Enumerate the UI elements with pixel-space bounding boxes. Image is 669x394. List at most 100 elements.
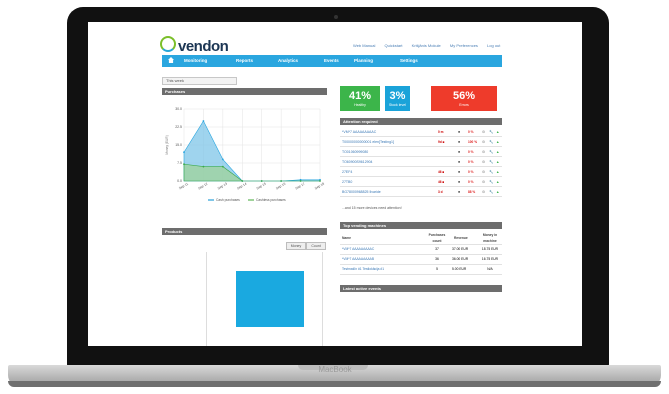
attention-badge: 0 m [438, 130, 444, 134]
machine-name[interactable]: *VM*7 AAAAAAAAAC [342, 245, 374, 254]
data-point [319, 180, 321, 182]
camera-icon [334, 15, 338, 19]
attention-row[interactable]: *VM*7 AAAAAAAAAC 0 m ■ 0 % ⚙ 🔧 ▲ [340, 128, 502, 137]
period-select[interactable]: This week [162, 77, 237, 85]
top-machines-header: Name Purchases count Revenue Money in ma… [340, 232, 502, 245]
signal-icon: ▲ [496, 130, 500, 134]
quickstart-link[interactable]: Quickstart [385, 43, 403, 48]
attention-panel-title: Attention required [340, 118, 502, 125]
wrench-icon[interactable]: 🔧 [489, 158, 493, 166]
y-axis-label: Money (EUR) [165, 135, 169, 154]
logout-link[interactable]: Log out [487, 43, 500, 48]
attention-percent: 0 % [468, 150, 474, 154]
attention-badge: 46 ■ [438, 180, 445, 184]
revenue: 36.00 EUR [452, 257, 469, 261]
attention-badge: 9d ■ [438, 140, 445, 144]
x-tick-label: Sep 17 [295, 182, 306, 191]
nav-monitoring[interactable]: Monitoring [184, 58, 207, 63]
tile-errors[interactable]: 56% Errors [431, 86, 497, 111]
legend-label: Cashless purchases [256, 198, 286, 202]
attention-device-name[interactable]: TO01060999080 [342, 148, 368, 156]
machine-name[interactable]: *VM*7 AAAAAAAAAB [342, 255, 374, 264]
attention-row[interactable]: 27TB0 46 ■ ■ 0 % ⚙ 🔧 ▲ [340, 178, 502, 187]
table-row[interactable]: Testmašīn #1 Testlokācija #1 5 5.00 EUR N/A [340, 265, 502, 275]
nav-reports[interactable]: Reports [236, 58, 253, 63]
wrench-icon[interactable]: 🔧 [489, 138, 493, 146]
attention-status-icons: ■ [458, 168, 460, 176]
tile-healthy[interactable]: 41% Healthy [340, 86, 380, 111]
products-axis-left [206, 252, 207, 346]
money-in-machine: 18.75 EUR [481, 247, 499, 251]
attention-device-name[interactable]: T00000000000001 elen[Testing1] [342, 138, 394, 146]
user-name-link[interactable]: Kriš­jānis Mokule [412, 43, 441, 48]
home-icon[interactable] [168, 57, 174, 63]
settings-icon[interactable]: ⚙ [482, 128, 485, 136]
attention-badge: 3 d [438, 190, 443, 194]
attention-row[interactable]: 27EF4 46 ■ ■ 0 % ⚙ 🔧 ▲ [340, 168, 502, 177]
wrench-icon[interactable]: 🔧 [489, 178, 493, 186]
y-tick-label: 22.5 [175, 125, 182, 129]
attention-device-name[interactable]: 27TB0 [342, 178, 352, 186]
web-manual-link[interactable]: Web Manual [353, 43, 375, 48]
col-money: Money in machine [482, 233, 498, 243]
signal-icon: ▲ [496, 160, 500, 164]
attention-device-name[interactable]: 27EF4 [342, 168, 352, 176]
legend-swatch [208, 199, 214, 201]
nav-events[interactable]: Events [324, 58, 339, 63]
latest-events-title: Latest active events [340, 285, 502, 292]
machine-icon: ■ [458, 130, 461, 134]
attention-row[interactable]: BG78000968825 Ilvaride 3 d ■ 88 % ⚙ 🔧 ▲ [340, 188, 502, 197]
attention-device-name[interactable]: *VM*7 AAAAAAAAAC [342, 128, 376, 136]
products-bar [236, 271, 304, 327]
attention-percent: 0 % [468, 160, 474, 164]
machine-icon: ■ [458, 150, 461, 154]
signal-icon: ▲ [496, 170, 500, 174]
wrench-icon[interactable]: 🔧 [489, 168, 493, 176]
laptop-foot [8, 381, 661, 387]
settings-icon[interactable]: ⚙ [482, 148, 485, 156]
attention-device-name[interactable]: TO60900S9612904 [342, 158, 373, 166]
attention-row[interactable]: T00000000000001 elen[Testing1] 9d ■ ■ 100 %… [340, 138, 502, 147]
products-count-toggle[interactable]: Count [306, 242, 326, 250]
wrench-icon[interactable]: 🔧 [489, 188, 493, 196]
signal-icon: ▲ [496, 190, 500, 194]
attention-more-text[interactable]: ...and 15 more devices need attention! [342, 206, 402, 210]
tile-stock[interactable]: 3% Stock level [385, 86, 410, 111]
products-panel-title: Products [162, 228, 327, 235]
attention-status-icons: ■ [458, 128, 460, 136]
nav-settings[interactable]: Settings [400, 58, 418, 63]
products-money-toggle[interactable]: Money [286, 242, 306, 250]
table-row[interactable]: *VM*7 AAAAAAAAAC 37 37.00 EUR 18.75 EUR [340, 245, 502, 255]
table-row[interactable]: *VM*7 AAAAAAAAAB 36 36.00 EUR 16.75 EUR [340, 255, 502, 265]
purchases-count: 37 [435, 247, 439, 251]
machine-icon: ■ [458, 140, 461, 144]
settings-icon[interactable]: ⚙ [482, 168, 485, 176]
attention-row[interactable]: TO01060999080 ■ 0 % ⚙ 🔧 ▲ [340, 148, 502, 157]
wrench-icon[interactable]: 🔧 [489, 148, 493, 156]
tile-errors-label: Errors [459, 103, 469, 107]
logo[interactable]: vendon [160, 36, 229, 55]
nav-planning[interactable]: Planning [354, 58, 373, 63]
attention-device-name[interactable]: BG78000968825 Ilvaride [342, 188, 381, 196]
money-in-machine: 16.75 EUR [481, 257, 499, 261]
data-point [183, 151, 185, 154]
attention-row[interactable]: TO60900S9612904 ■ 0 % ⚙ 🔧 ▲ [340, 158, 502, 167]
screen: vendon Web Manual Quickstart Kriš­jānis … [88, 22, 582, 346]
machine-name[interactable]: Testmašīn #1 Testlokācija #1 [342, 265, 384, 274]
logo-text: vendon [178, 38, 229, 55]
settings-icon[interactable]: ⚙ [482, 138, 485, 146]
attention-status-icons: ■ [458, 188, 460, 196]
settings-icon[interactable]: ⚙ [482, 188, 485, 196]
tile-healthy-value: 41% [348, 90, 372, 102]
settings-icon[interactable]: ⚙ [482, 178, 485, 186]
revenue: 5.00 EUR [452, 267, 467, 271]
purchases-panel-title: Purchases [162, 88, 327, 95]
wrench-icon[interactable]: 🔧 [489, 128, 493, 136]
x-tick-label: Sep 15 [256, 182, 267, 191]
nav-analytics[interactable]: Analytics [278, 58, 298, 63]
preferences-link[interactable]: My Preferences [450, 43, 478, 48]
machine-icon: ■ [458, 160, 461, 164]
attention-percent: 0 % [468, 180, 474, 184]
settings-icon[interactable]: ⚙ [482, 158, 485, 166]
col-name: Name [342, 236, 351, 240]
